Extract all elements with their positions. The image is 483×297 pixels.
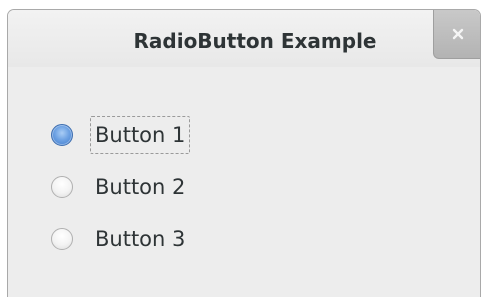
focus-ring: Button 1	[90, 116, 191, 154]
radio-option-3[interactable]: Button 3	[51, 219, 190, 259]
radio-button-1[interactable]	[51, 124, 73, 146]
radio-button-2[interactable]	[51, 176, 73, 198]
window-title: RadioButton Example	[133, 29, 377, 53]
close-button[interactable]	[433, 10, 480, 59]
radio-label-3[interactable]: Button 3	[95, 227, 185, 251]
radio-option-1[interactable]: Button 1	[51, 115, 191, 155]
title-bar[interactable]: RadioButton Example	[8, 10, 480, 67]
dialog-window: RadioButton Example Button 1 Button 2 Bu…	[7, 9, 481, 297]
radio-button-3[interactable]	[51, 228, 73, 250]
radio-option-2[interactable]: Button 2	[51, 167, 190, 207]
radio-group: Button 1 Button 2 Button 3	[8, 67, 480, 297]
close-x-icon	[452, 28, 463, 39]
radio-label-wrap-2: Button 2	[90, 168, 190, 206]
radio-label-1[interactable]: Button 1	[95, 123, 185, 147]
radio-label-2[interactable]: Button 2	[95, 175, 185, 199]
radio-label-wrap-3: Button 3	[90, 220, 190, 258]
